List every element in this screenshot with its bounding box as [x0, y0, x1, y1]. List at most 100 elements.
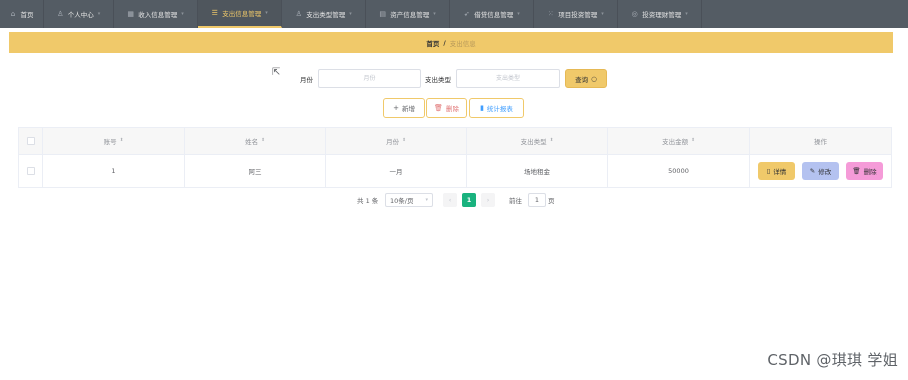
nav-label: 项目投资管理	[558, 11, 598, 19]
prev-page-button[interactable]: ‹	[443, 193, 457, 207]
select-all-checkbox[interactable]	[26, 137, 35, 145]
chevron-down-icon: ▾	[601, 11, 604, 17]
pagination-total: 共 1 条	[357, 197, 379, 205]
nav-item-assets[interactable]: ▤ 资产信息管理 ▾	[366, 0, 450, 28]
top-nav: ⌂ 首页 ♙ 个人中心 ▾ ▦ 收入信息管理 ▾ ☰ 支出信息管理 ▾ ♙ 支出…	[0, 0, 908, 28]
chevron-left-icon: ‹	[448, 196, 452, 204]
delete-button[interactable]: 🗑 删除	[426, 98, 467, 118]
month-input[interactable]	[318, 69, 421, 88]
header-account[interactable]: 账号 ⬍	[43, 128, 185, 154]
list-icon: ☰	[211, 9, 218, 17]
cell-expense-amount: 50000	[608, 155, 750, 187]
chevron-right-icon: ›	[486, 196, 490, 204]
nav-item-project-invest[interactable]: ⁙ 项目投资管理 ▾	[534, 0, 618, 28]
detail-button[interactable]: ▯ 详情	[758, 162, 795, 180]
nav-label: 收入信息管理	[138, 11, 178, 19]
nav-label: 借贷信息管理	[474, 11, 514, 19]
header-month[interactable]: 月份 ⬍	[326, 128, 467, 154]
grid-icon: ▦	[127, 10, 135, 18]
cell-month: 一月	[326, 155, 467, 187]
delete-label: 删除	[445, 105, 459, 113]
page-size-select[interactable]: 10条/页 ▾	[385, 193, 433, 207]
edit-label: 修改	[818, 168, 832, 176]
sort-icon: ⬍	[261, 138, 265, 143]
card-icon: ▤	[379, 10, 387, 18]
page-number-current[interactable]: 1	[462, 193, 476, 207]
mouse-cursor-icon: ⇱	[272, 67, 281, 78]
query-label: 查询	[575, 75, 589, 84]
row-checkbox[interactable]	[26, 167, 35, 175]
cell-account: 1	[43, 155, 185, 187]
header-expense-type[interactable]: 支出类型 ⬍	[467, 128, 608, 154]
next-page-button[interactable]: ›	[481, 193, 495, 207]
row-delete-label: 删除	[863, 168, 877, 176]
cell-operations: ▯ 详情 ✎ 修改 🗑 删除	[750, 155, 891, 187]
chevron-down-icon: ▾	[181, 11, 184, 17]
report-button[interactable]: ▮ 统计报表	[469, 98, 524, 118]
add-button[interactable]: + 新增	[383, 98, 425, 118]
header-label: 操作	[814, 138, 827, 146]
cell-expense-type: 场地租金	[467, 155, 608, 187]
trash-icon: 🗑	[852, 167, 861, 175]
chevron-down-icon: ▾	[425, 197, 428, 203]
nav-item-loans[interactable]: ➶ 借贷信息管理 ▾	[450, 0, 534, 28]
apps-icon: ⁙	[547, 10, 554, 18]
cell-name: 阿三	[185, 155, 326, 187]
page-unit-label: 页	[548, 197, 555, 205]
breadcrumb: 首页 / 支出信息	[9, 32, 893, 53]
sort-icon: ⬍	[691, 138, 695, 143]
table-header-row: 账号 ⬍ 姓名 ⬍ 月份 ⬍ 支出类型 ⬍ 支出金额 ⬍ 操作	[19, 128, 891, 155]
nav-item-home[interactable]: ⌂ 首页	[0, 0, 44, 28]
breadcrumb-separator: /	[443, 38, 446, 47]
document-icon: ▯	[766, 167, 771, 175]
breadcrumb-home[interactable]: 首页	[426, 38, 439, 48]
nav-label: 资产信息管理	[390, 11, 430, 19]
row-delete-button[interactable]: 🗑 删除	[846, 162, 883, 180]
header-label: 账号	[103, 138, 117, 146]
page-size-value: 10条/页	[390, 197, 414, 205]
expense-type-label: 支出类型	[425, 76, 451, 84]
select-all-cell	[19, 128, 43, 154]
header-operations: 操作	[750, 128, 891, 154]
user-icon: ♙	[57, 10, 64, 18]
nav-label: 投资理财管理	[642, 11, 682, 19]
header-expense-amount[interactable]: 支出金额 ⬍	[608, 128, 750, 154]
chevron-down-icon: ▾	[685, 11, 688, 17]
pencil-icon: ✎	[809, 167, 816, 175]
nav-label: 个人中心	[67, 11, 94, 19]
breadcrumb-current: 支出信息	[449, 39, 476, 48]
search-form: 月份 支出类型 查询 ○	[0, 69, 908, 89]
nav-item-expense-type[interactable]: ♙ 支出类型管理 ▾	[282, 0, 366, 28]
header-label: 支出类型	[520, 138, 547, 146]
expense-type-input[interactable]	[456, 69, 560, 88]
nav-item-personal-center[interactable]: ♙ 个人中心 ▾	[44, 0, 114, 28]
header-label: 姓名	[245, 138, 259, 146]
nav-item-expense[interactable]: ☰ 支出信息管理 ▾	[198, 0, 282, 28]
search-icon: ○	[591, 74, 597, 83]
plus-icon: +	[393, 104, 399, 112]
query-button[interactable]: 查询 ○	[565, 69, 607, 88]
header-name[interactable]: 姓名 ⬍	[185, 128, 326, 154]
chevron-down-icon: ▾	[97, 11, 101, 17]
home-icon: ⌂	[10, 10, 16, 18]
trash-icon: 🗑	[434, 104, 443, 112]
expense-table: 账号 ⬍ 姓名 ⬍ 月份 ⬍ 支出类型 ⬍ 支出金额 ⬍ 操作 1 阿三 一月 场地租金 …	[18, 127, 892, 188]
report-label: 统计报表	[486, 105, 513, 113]
nav-label: 首页	[20, 11, 34, 19]
row-select-cell	[19, 155, 43, 187]
chevron-down-icon: ▾	[349, 11, 352, 17]
goto-page-input[interactable]: 1	[528, 193, 546, 207]
nav-item-income[interactable]: ▦ 收入信息管理 ▾	[114, 0, 198, 28]
sort-icon: ⬍	[119, 138, 124, 143]
sort-icon: ⬍	[402, 138, 406, 143]
edit-button[interactable]: ✎ 修改	[802, 162, 839, 180]
chevron-down-icon: ▾	[517, 11, 520, 17]
user-icon: ♙	[295, 10, 302, 18]
month-label: 月份	[300, 76, 313, 84]
add-label: 新增	[401, 105, 415, 113]
watermark: CSDN @琪琪 学姐	[767, 351, 898, 369]
nav-item-wealth[interactable]: ◎ 投资理财管理 ▾	[618, 0, 702, 28]
bar-chart-icon: ▮	[480, 104, 484, 112]
header-label: 月份	[386, 138, 400, 146]
send-icon: ➶	[463, 10, 470, 18]
